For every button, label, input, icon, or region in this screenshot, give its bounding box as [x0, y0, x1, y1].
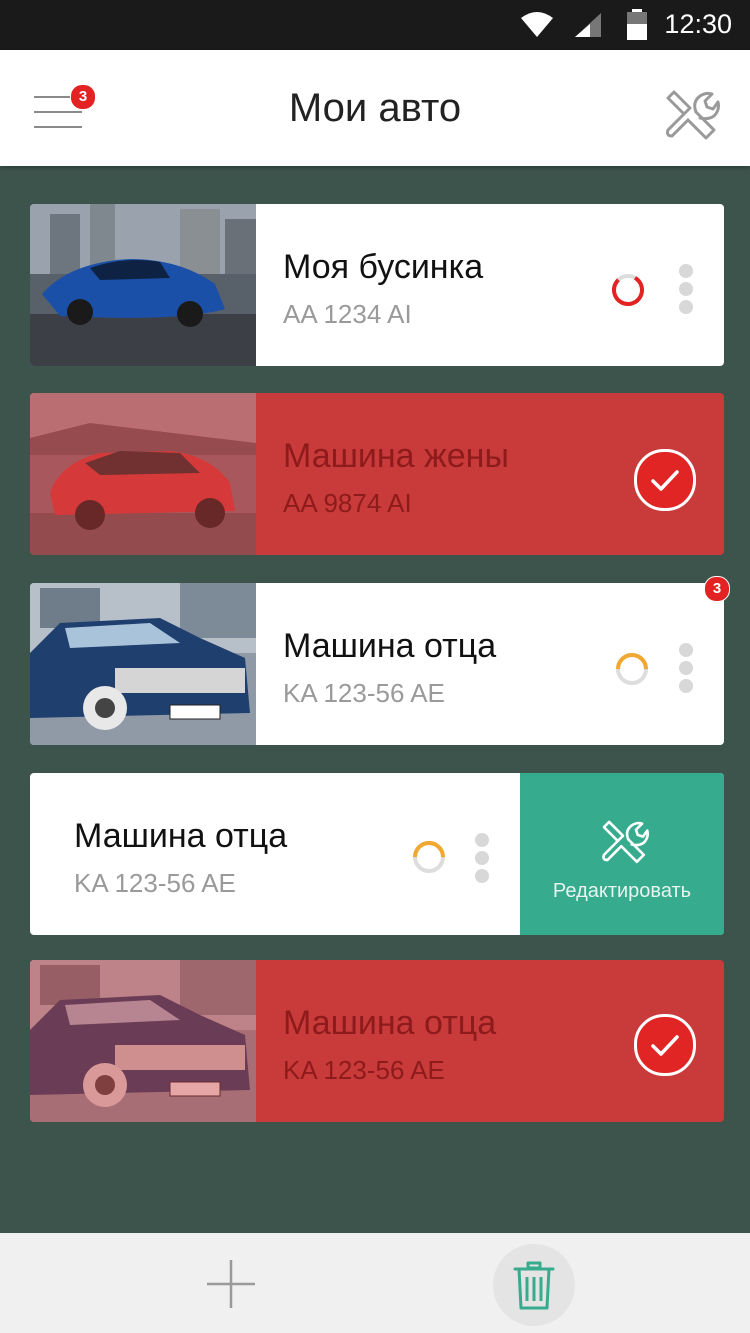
edit-button[interactable]: Редактировать [520, 773, 724, 935]
page-title: Мои авто [288, 86, 462, 130]
car-name: Машина жены [283, 437, 509, 475]
selection-overlay [30, 393, 256, 555]
car-name: Машина отца [74, 817, 288, 855]
tools-icon [666, 90, 720, 140]
car-notification-badge: 3 [704, 576, 730, 602]
car-card[interactable]: Моя бусинка AA 1234 AI [30, 204, 724, 366]
signal-icon [575, 13, 601, 37]
add-car-button[interactable] [205, 1258, 257, 1310]
car-name: Моя бусинка [283, 248, 484, 286]
more-options-button[interactable] [679, 643, 693, 693]
car-plate: AA 1234 AI [283, 299, 412, 329]
car-name: Машина отца [283, 627, 497, 665]
car-photo [30, 583, 256, 745]
car-card[interactable]: Машина жены AA 9874 AI [30, 393, 724, 555]
tools-icon [602, 820, 649, 864]
selected-check-icon[interactable] [634, 449, 696, 511]
car-plate: KA 123-56 AE [283, 678, 445, 708]
car-plate: KA 123-56 AE [74, 868, 236, 898]
settings-button[interactable] [660, 84, 720, 144]
wifi-icon [521, 12, 553, 37]
more-options-button[interactable] [679, 264, 693, 314]
car-card-swiped[interactable]: Машина отца KA 123-56 AE Редактировать [30, 773, 724, 935]
delete-button[interactable] [493, 1244, 575, 1326]
trash-icon [513, 1261, 555, 1310]
car-name: Машина отца [283, 1004, 497, 1042]
status-bar: 12:30 [0, 0, 750, 50]
car-card[interactable]: Машина отца KA 123-56 AE [30, 960, 724, 1122]
more-options-button[interactable] [475, 833, 489, 883]
status-ring-icon [413, 841, 445, 873]
app-bar: 3 Мои авто [0, 50, 750, 166]
status-ring-icon [612, 274, 644, 306]
car-plate: AA 9874 AI [283, 488, 412, 518]
selection-overlay [30, 960, 256, 1122]
car-card[interactable]: Машина отца KA 123-56 AE [30, 583, 724, 745]
selected-check-icon[interactable] [634, 1014, 696, 1076]
status-ring-icon [616, 653, 648, 685]
plus-icon [207, 1260, 255, 1308]
bottom-bar [0, 1233, 750, 1333]
clock: 12:30 [664, 9, 732, 39]
battery-icon [627, 9, 647, 40]
edit-label: Редактировать [552, 880, 692, 902]
car-plate: KA 123-56 AE [283, 1055, 445, 1085]
car-photo [30, 204, 256, 366]
